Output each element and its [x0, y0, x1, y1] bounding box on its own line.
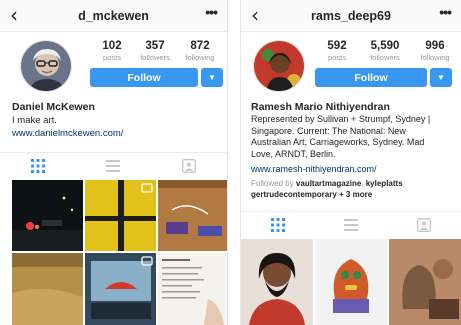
profile-full-name: Daniel McKewen — [12, 101, 95, 113]
followed-by-user[interactable]: vaultartmagazine — [296, 179, 361, 188]
top-navigation-bar: ‹ d_mckewen ••• — [0, 0, 227, 32]
followers-count-label: followers — [140, 53, 170, 62]
photo-tile-wooden-table[interactable] — [158, 180, 227, 251]
following-count-label: following — [420, 53, 450, 62]
more-options-icon[interactable]: ••• — [439, 4, 452, 20]
dropdown-caret-icon[interactable]: ▼ — [201, 68, 223, 87]
list-view-icon[interactable] — [103, 158, 123, 174]
photo-tile-sculpture[interactable] — [315, 239, 387, 325]
profile-bio-line: Love, ARNDT, Berlin. — [251, 148, 336, 159]
photo-tile-screen[interactable] — [85, 253, 156, 325]
photo-tile-document[interactable] — [158, 253, 227, 325]
posts-count-value: 102 — [102, 40, 122, 52]
photo-tile-yellow-panels[interactable] — [85, 180, 156, 251]
posts-count-label: posts — [328, 53, 346, 62]
profile-screen-right: ‹ rams_deep69 ••• 592 posts 5,590 follow… — [240, 0, 461, 325]
followed-by-more[interactable]: + 3 more — [339, 190, 372, 199]
grid-view-icon[interactable] — [28, 158, 48, 174]
profile-bio: I make art. — [12, 115, 57, 126]
followed-by-user[interactable]: gertrudecontemporary — [251, 190, 337, 199]
tagged-photos-icon[interactable] — [414, 217, 434, 233]
top-navigation-bar: ‹ rams_deep69 ••• — [241, 0, 461, 32]
profile-bio-line: Australian Art, Carriageworks, Sydney. M… — [251, 137, 425, 147]
list-view-icon[interactable] — [341, 217, 361, 233]
profile-screen-left: ‹ d_mckewen ••• 102 posts 357 followers … — [0, 0, 228, 325]
followers-count-label: followers — [370, 53, 400, 62]
profile-full-name: Ramesh Mario Nithiyendran — [251, 101, 390, 113]
follow-button[interactable]: Follow — [315, 68, 427, 87]
profile-stats: 102 posts 357 followers 872 following — [92, 40, 222, 62]
profile-view-tabs — [241, 211, 461, 237]
follow-button[interactable]: Follow — [90, 68, 198, 87]
tagged-photos-icon[interactable] — [179, 158, 199, 174]
followed-by-summary[interactable]: Followed by vaultartmagazine, kyleplatts… — [251, 178, 461, 200]
profile-bio-line: Represented by Sullivan + Strumpf, Sydne… — [251, 114, 431, 124]
posts-count-label: posts — [103, 53, 121, 62]
profile-username: d_mckewen — [78, 9, 149, 23]
following-count-value: 872 — [190, 40, 210, 52]
posts-count: 592 posts — [317, 40, 357, 62]
more-options-icon[interactable]: ••• — [205, 4, 218, 20]
avatar[interactable] — [253, 40, 305, 92]
photo-tile-night-street[interactable] — [12, 180, 83, 251]
dropdown-caret-icon[interactable]: ▼ — [430, 68, 452, 87]
followers-count[interactable]: 357 followers — [133, 40, 177, 62]
posts-count-value: 592 — [327, 40, 347, 52]
profile-website-link[interactable]: www.ramesh-nithiyendran.com/ — [251, 164, 377, 174]
grid-view-icon[interactable] — [268, 217, 288, 233]
profile-stats: 592 posts 5,590 followers 996 following — [317, 40, 457, 62]
following-count-value: 996 — [425, 40, 445, 52]
profile-username: rams_deep69 — [311, 9, 391, 23]
followers-count-value: 357 — [145, 40, 165, 52]
following-count[interactable]: 996 following — [413, 40, 457, 62]
posts-count: 102 posts — [92, 40, 132, 62]
profile-website-link[interactable]: www.danielmckewen.com/ — [12, 128, 123, 139]
avatar[interactable] — [20, 40, 72, 92]
followers-count[interactable]: 5,590 followers — [361, 40, 409, 62]
profile-bio-line: Singapore. Current: The National: New — [251, 125, 406, 136]
photo-tile-portrait[interactable] — [241, 239, 313, 325]
followed-by-prefix: Followed by — [251, 179, 294, 188]
followed-by-user[interactable]: kyleplatts — [366, 179, 403, 188]
profile-bio: Represented by Sullivan + Strumpf, Sydne… — [251, 114, 459, 160]
profile-view-tabs — [0, 152, 227, 178]
followers-count-value: 5,590 — [370, 40, 400, 52]
photo-tile-ceramic[interactable] — [389, 239, 461, 325]
photo-tile-sand[interactable] — [12, 253, 83, 325]
following-count[interactable]: 872 following — [178, 40, 222, 62]
following-count-label: following — [185, 53, 215, 62]
